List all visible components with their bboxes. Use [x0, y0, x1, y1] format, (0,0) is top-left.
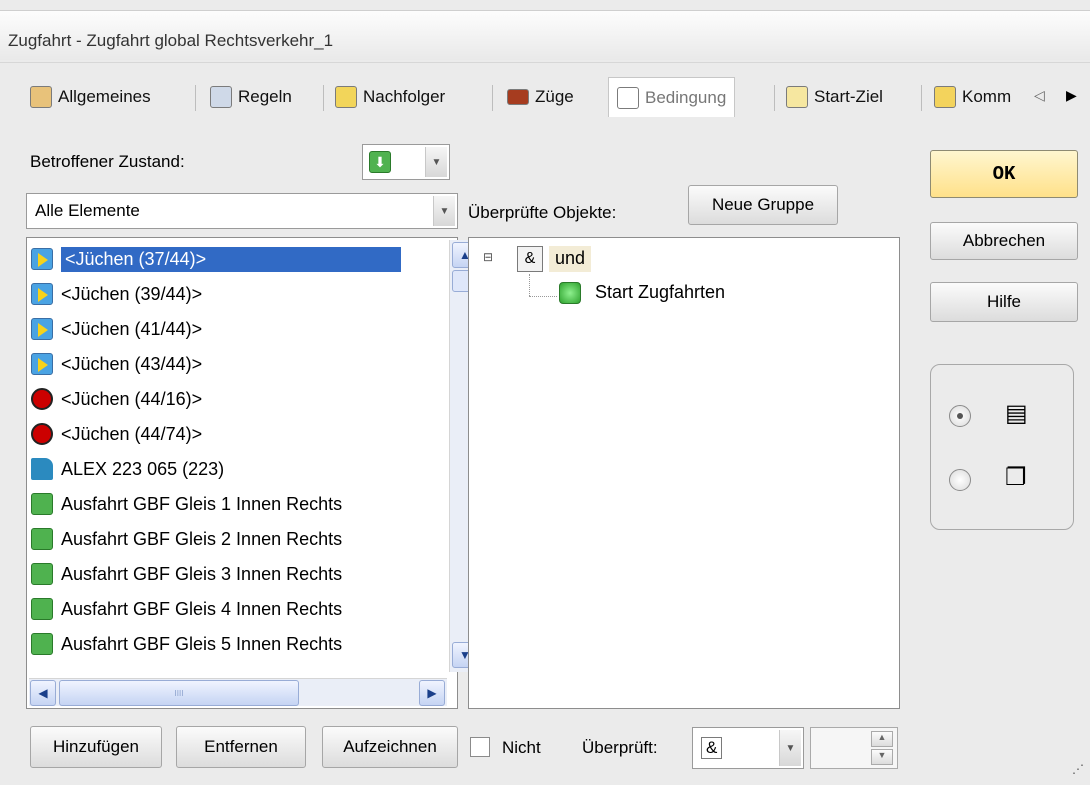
- tree-root-label[interactable]: und: [549, 246, 592, 272]
- resize-grip-icon[interactable]: ⋰: [1072, 762, 1084, 776]
- route-icon: [31, 598, 53, 620]
- tab-separator: [492, 85, 493, 111]
- signal-icon: [31, 318, 53, 340]
- list-item[interactable]: Ausfahrt GBF Gleis 3 Innen Rechts: [31, 557, 342, 591]
- tab-scroll-right-icon[interactable]: ▶: [1066, 87, 1077, 104]
- condition-icon: [617, 86, 639, 109]
- help-button[interactable]: Hilfe: [930, 282, 1078, 322]
- general-icon: [30, 86, 52, 108]
- signal-icon: [31, 283, 53, 305]
- tab-successor[interactable]: Nachfolger: [335, 77, 445, 117]
- add-button[interactable]: Hinzufügen: [30, 726, 162, 768]
- signal-icon: [31, 248, 53, 270]
- start-destination-icon: [786, 86, 808, 108]
- route-icon: [31, 633, 53, 655]
- list-view-icon: ▤: [1005, 400, 1028, 427]
- tab-separator: [774, 85, 775, 111]
- tab-rules[interactable]: Regeln: [210, 77, 292, 117]
- cancel-button[interactable]: Abbrechen: [930, 222, 1078, 260]
- scroll-left-icon[interactable]: ◀: [30, 680, 56, 706]
- route-icon: [31, 528, 53, 550]
- tree-child-label[interactable]: Start Zugfahrten: [595, 282, 725, 303]
- collapse-icon[interactable]: ⊟: [483, 250, 493, 264]
- list-item[interactable]: <Jüchen (39/44)>: [31, 277, 202, 311]
- tab-separator: [921, 85, 922, 111]
- window-title: Zugfahrt - Zugfahrt global Rechtsverkehr…: [8, 31, 334, 50]
- checked-objects-label: Überprüfte Objekte:: [468, 203, 617, 222]
- route-icon: [31, 563, 53, 585]
- list-item[interactable]: <Jüchen (41/44)>: [31, 312, 202, 346]
- filter-dropdown[interactable]: Alle Elemente ▼: [26, 193, 458, 229]
- ok-button[interactable]: OK: [930, 150, 1078, 198]
- list-item[interactable]: Ausfahrt GBF Gleis 2 Innen Rechts: [31, 522, 342, 556]
- remove-button[interactable]: Entfernen: [176, 726, 306, 768]
- list-item[interactable]: Ausfahrt GBF Gleis 4 Innen Rechts: [31, 592, 342, 626]
- tree-connector: [529, 296, 557, 297]
- list-item[interactable]: ALEX 223 065 (223): [31, 452, 224, 486]
- spin-down-icon[interactable]: ▼: [871, 749, 893, 765]
- list-item[interactable]: <Jüchen (44/74)>: [31, 417, 202, 451]
- record-button[interactable]: Aufzeichnen: [322, 726, 458, 768]
- tab-separator: [323, 85, 324, 111]
- chevron-down-icon: ▼: [425, 147, 447, 177]
- list-item[interactable]: <Jüchen (37/44)>: [31, 242, 401, 276]
- view-tiles-radio[interactable]: [949, 469, 971, 491]
- comment-icon: [934, 86, 956, 108]
- successor-icon: [335, 86, 357, 108]
- signal-icon: [31, 353, 53, 375]
- red-signal-icon: [31, 423, 53, 445]
- not-label: Nicht: [502, 738, 541, 757]
- not-checkbox[interactable]: [470, 737, 490, 757]
- tab-comment[interactable]: Komm: [934, 77, 1011, 117]
- elements-list[interactable]: <Jüchen (37/44)> <Jüchen (39/44)> <Jüche…: [26, 237, 479, 709]
- list-item[interactable]: <Jüchen (44/16)>: [31, 382, 202, 416]
- scroll-thumb[interactable]: IIII: [59, 680, 299, 706]
- view-list-radio[interactable]: [949, 405, 971, 427]
- title-bar: Zugfahrt - Zugfahrt global Rechtsverkehr…: [0, 10, 1090, 60]
- rules-icon: [210, 86, 232, 108]
- tab-separator: [195, 85, 196, 111]
- red-signal-icon: [31, 388, 53, 410]
- state-dropdown[interactable]: ⬇ ▼: [362, 144, 450, 180]
- tab-start-destination[interactable]: Start-Ziel: [786, 77, 883, 117]
- tab-general[interactable]: Allgemeines: [30, 77, 151, 117]
- view-mode-group: ▤ ❐: [930, 364, 1074, 530]
- spin-up-icon[interactable]: ▲: [871, 731, 893, 747]
- list-item[interactable]: <Jüchen (43/44)>: [31, 347, 202, 381]
- green-down-arrow-icon: ⬇: [369, 151, 391, 173]
- tiles-view-icon: ❐: [1005, 464, 1027, 491]
- tree-connector: [529, 274, 530, 296]
- checked-operator-dropdown[interactable]: & ▼: [692, 727, 804, 769]
- scroll-right-icon[interactable]: ▶: [419, 680, 445, 706]
- checked-objects-tree[interactable]: ⊟ & und Start Zugfahrten: [468, 237, 900, 709]
- tab-bar: Allgemeines Regeln Nachfolger Züge Bedin…: [0, 62, 1090, 134]
- tab-condition[interactable]: Bedingung: [608, 77, 736, 117]
- tab-trains[interactable]: Züge: [507, 77, 574, 117]
- trains-icon: [507, 89, 529, 105]
- number-spinner[interactable]: ▲ ▼: [810, 727, 898, 769]
- checked-label: Überprüft:: [582, 738, 658, 757]
- list-item[interactable]: Ausfahrt GBF Gleis 1 Innen Rechts: [31, 487, 342, 521]
- list-item[interactable]: Ausfahrt GBF Gleis 5 Innen Rechts: [31, 627, 342, 661]
- chevron-down-icon: ▼: [433, 196, 455, 226]
- tab-scroll-left-icon[interactable]: ◁: [1034, 87, 1045, 104]
- and-operator-icon: &: [517, 246, 543, 272]
- state-label: Betroffener Zustand:: [30, 152, 185, 171]
- new-group-button[interactable]: Neue Gruppe: [688, 185, 838, 225]
- chevron-down-icon: ▼: [779, 730, 801, 766]
- train-icon: [31, 458, 53, 480]
- start-trains-icon: [559, 282, 581, 304]
- horizontal-scrollbar[interactable]: ◀ IIII ▶: [29, 678, 447, 706]
- route-icon: [31, 493, 53, 515]
